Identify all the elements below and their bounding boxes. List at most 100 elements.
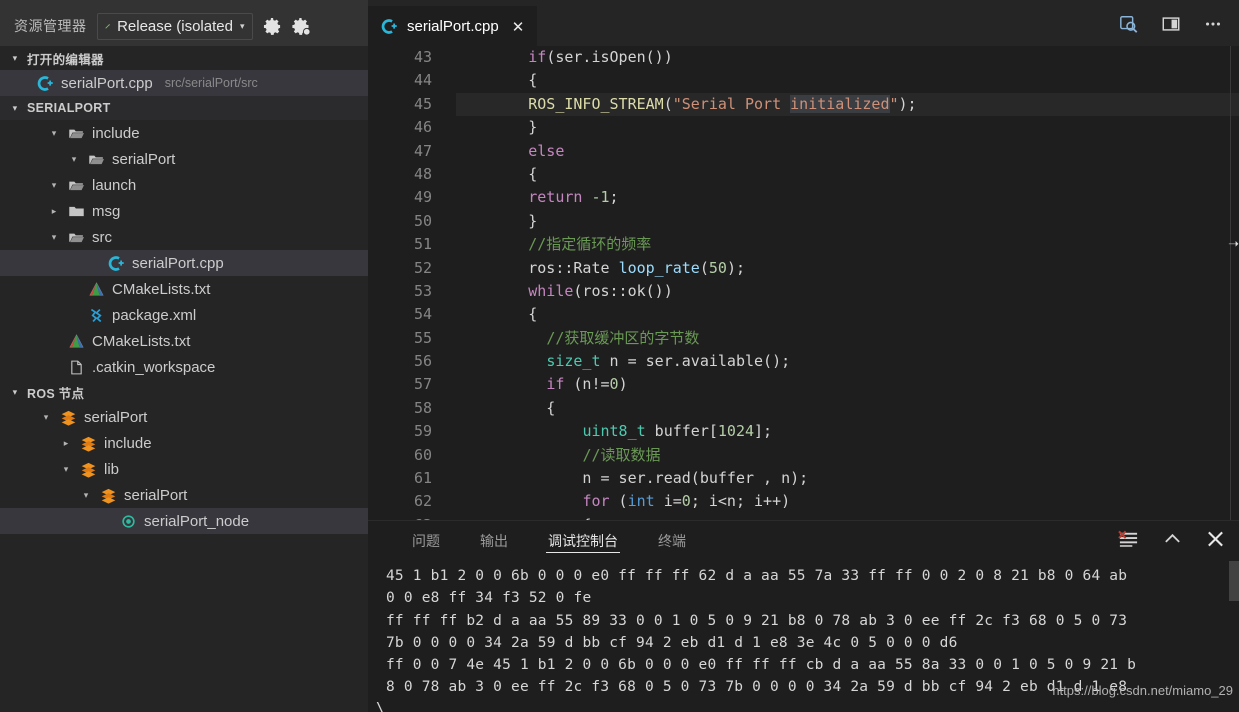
code-line[interactable]: 48 {: [368, 163, 1239, 186]
gear-icon[interactable]: [263, 17, 282, 36]
sidebar-scroll[interactable]: ▾ 打开的编辑器 serialPort.cpp src/serialPort/s…: [0, 46, 368, 712]
cpp-file-icon: [107, 255, 125, 272]
section-workspace[interactable]: ▾ SERIALPORT: [0, 96, 368, 120]
code-line[interactable]: 53 while(ros::ok()): [368, 280, 1239, 303]
code-line[interactable]: 45 ROS_INFO_STREAM("Serial Port initiali…: [368, 92, 1239, 117]
panel-tab-inactive[interactable]: 问题: [392, 521, 460, 561]
twisty-icon: ▾: [12, 102, 18, 113]
tree-item-serialport[interactable]: ▾ serialPort: [0, 482, 368, 508]
tree-item-launch[interactable]: ▾ launch: [0, 172, 368, 198]
file-tree: ▾ include ▾ serialPort ▾ launch ▸ msg ▾ src serial…: [0, 120, 368, 380]
line-number: 56: [413, 352, 432, 371]
code-line[interactable]: 50 }: [368, 210, 1239, 233]
open-editor-path: src/serialPort/src: [164, 76, 258, 90]
code-line[interactable]: 59 uint8_t buffer[1024];: [368, 420, 1239, 443]
open-preview-icon[interactable]: [1119, 14, 1139, 39]
line-number: 46: [413, 118, 432, 137]
code-line[interactable]: 44 {: [368, 69, 1239, 92]
code-line[interactable]: 52 ros::Rate loop_rate(50);: [368, 257, 1239, 280]
close-icon[interactable]: ✕: [512, 18, 525, 36]
code-line[interactable]: 54 {: [368, 303, 1239, 326]
console-line: 7b 0 0 0 0 34 2a 59 d bb cf 94 2 eb d1 d…: [386, 634, 958, 651]
chevron-down-icon[interactable]: ▾: [68, 154, 80, 165]
tree-item-serialport[interactable]: ▾ serialPort: [0, 146, 368, 172]
cpp-file-icon: [36, 75, 54, 92]
overview-marker-icon: ➝: [1228, 236, 1239, 251]
chevron-right-icon[interactable]: ▸: [48, 206, 60, 217]
code-line[interactable]: 57 if (n!=0): [368, 373, 1239, 396]
code-line[interactable]: 62 for (int i=0; i<n; i++): [368, 490, 1239, 513]
code-text: if(ser.isOpen()): [528, 48, 673, 66]
tree-item-label: serialPort: [84, 408, 148, 426]
code-text: {: [456, 514, 591, 520]
sidebar: 资源管理器 Release (isolated ▾ ▾ 打开的编辑器 seria…: [0, 6, 368, 712]
panel-tab-inactive[interactable]: 终端: [638, 521, 706, 561]
tree-item-cmakelists-txt[interactable]: CMakeLists.txt: [0, 276, 368, 302]
code-text: ros::Rate loop_rate(50);: [456, 258, 745, 277]
code-line[interactable]: 58 {: [368, 397, 1239, 420]
folder-open-icon: [67, 229, 85, 246]
editor-viewport[interactable]: 43 if(ser.isOpen()) 44 {45 ROS_INFO_STREA…: [368, 46, 1239, 520]
package-icon: [99, 487, 117, 504]
code-line[interactable]: 49 return -1;: [368, 186, 1239, 209]
code-line[interactable]: 55 //获取缓冲区的字节数: [368, 327, 1239, 350]
code-line[interactable]: 56 size_t n = ser.available();: [368, 350, 1239, 373]
gear-badge-icon[interactable]: [291, 17, 311, 36]
code-line[interactable]: 51 //指定循环的频率: [368, 233, 1239, 256]
panel-tab-active[interactable]: 调试控制台: [528, 521, 638, 561]
line-number: 55: [413, 328, 432, 347]
code-line[interactable]: 43 if(ser.isOpen()): [368, 46, 1239, 69]
open-editor-item[interactable]: serialPort.cpp src/serialPort/src: [0, 70, 368, 96]
code-line[interactable]: 47 else: [368, 140, 1239, 163]
code-line[interactable]: 63 {: [368, 514, 1239, 520]
console-prompt[interactable]: \: [368, 699, 1239, 712]
code-text: }: [456, 118, 538, 137]
tree-item--catkin-workspace[interactable]: .catkin_workspace: [0, 354, 368, 380]
code-line[interactable]: 60 //读取数据: [368, 444, 1239, 467]
tree-item-label: .catkin_workspace: [92, 358, 216, 376]
cpp-file-icon: [381, 18, 398, 35]
section-open-editors[interactable]: ▾ 打开的编辑器: [0, 46, 368, 70]
code-text: //读取数据: [582, 445, 661, 464]
split-editor-icon[interactable]: [1161, 14, 1181, 39]
chevron-right-icon[interactable]: ▸: [60, 438, 72, 449]
line-number: 50: [413, 211, 432, 230]
tree-item-include[interactable]: ▸ include: [0, 430, 368, 456]
more-actions-icon[interactable]: [1203, 14, 1223, 39]
code-line[interactable]: 61 n = ser.read(buffer , n);: [368, 467, 1239, 490]
console-lines: 45 1 b1 2 0 0 6b 0 0 0 e0 ff ff ff 62 d …: [368, 565, 1239, 699]
editor-tab-serialport-cpp[interactable]: serialPort.cpp ✕: [368, 6, 538, 46]
twisty-icon: ▾: [12, 386, 18, 397]
maximize-panel-icon[interactable]: [1163, 531, 1182, 552]
code-text: {: [456, 305, 538, 324]
build-config-selector[interactable]: Release (isolated ▾: [96, 12, 253, 40]
code-line[interactable]: 46 }: [368, 116, 1239, 139]
section-open-editors-label: 打开的编辑器: [27, 52, 104, 67]
tree-item-package-xml[interactable]: package.xml: [0, 302, 368, 328]
panel-tab-inactive[interactable]: 输出: [460, 521, 528, 561]
chevron-down-icon[interactable]: ▾: [48, 232, 60, 243]
chevron-down-icon[interactable]: ▾: [60, 464, 72, 475]
tree-item-cmakelists-txt[interactable]: CMakeLists.txt: [0, 328, 368, 354]
chevron-down-icon[interactable]: ▾: [40, 412, 52, 423]
chevron-down-icon[interactable]: ▾: [48, 128, 60, 139]
tree-item-serialport[interactable]: ▾ serialPort: [0, 404, 368, 430]
chevron-down-icon[interactable]: ▾: [80, 490, 92, 501]
tree-item-msg[interactable]: ▸ msg: [0, 198, 368, 224]
chevron-down-icon[interactable]: ▾: [48, 180, 60, 191]
clear-console-icon[interactable]: [1118, 530, 1139, 553]
tree-item-serialport-node[interactable]: serialPort_node: [0, 508, 368, 534]
tree-item-label: serialPort.cpp: [132, 254, 224, 272]
tree-item-include[interactable]: ▾ include: [0, 120, 368, 146]
close-panel-icon[interactable]: [1206, 530, 1225, 553]
code-text: while(ros::ok()): [528, 281, 673, 300]
section-ros-nodes[interactable]: ▾ ROS 节点: [0, 380, 368, 404]
tree-item-src[interactable]: ▾ src: [0, 224, 368, 250]
explorer-title: 资源管理器: [14, 18, 87, 34]
tree-item-serialport-cpp[interactable]: serialPort.cpp: [0, 250, 368, 276]
debug-console-output[interactable]: 45 1 b1 2 0 0 6b 0 0 0 e0 ff ff ff 62 d …: [368, 561, 1239, 712]
console-scrollbar[interactable]: [1229, 561, 1239, 601]
tree-item-lib[interactable]: ▾ lib: [0, 456, 368, 482]
line-number: 49: [413, 188, 432, 207]
code-text: }: [456, 211, 538, 230]
